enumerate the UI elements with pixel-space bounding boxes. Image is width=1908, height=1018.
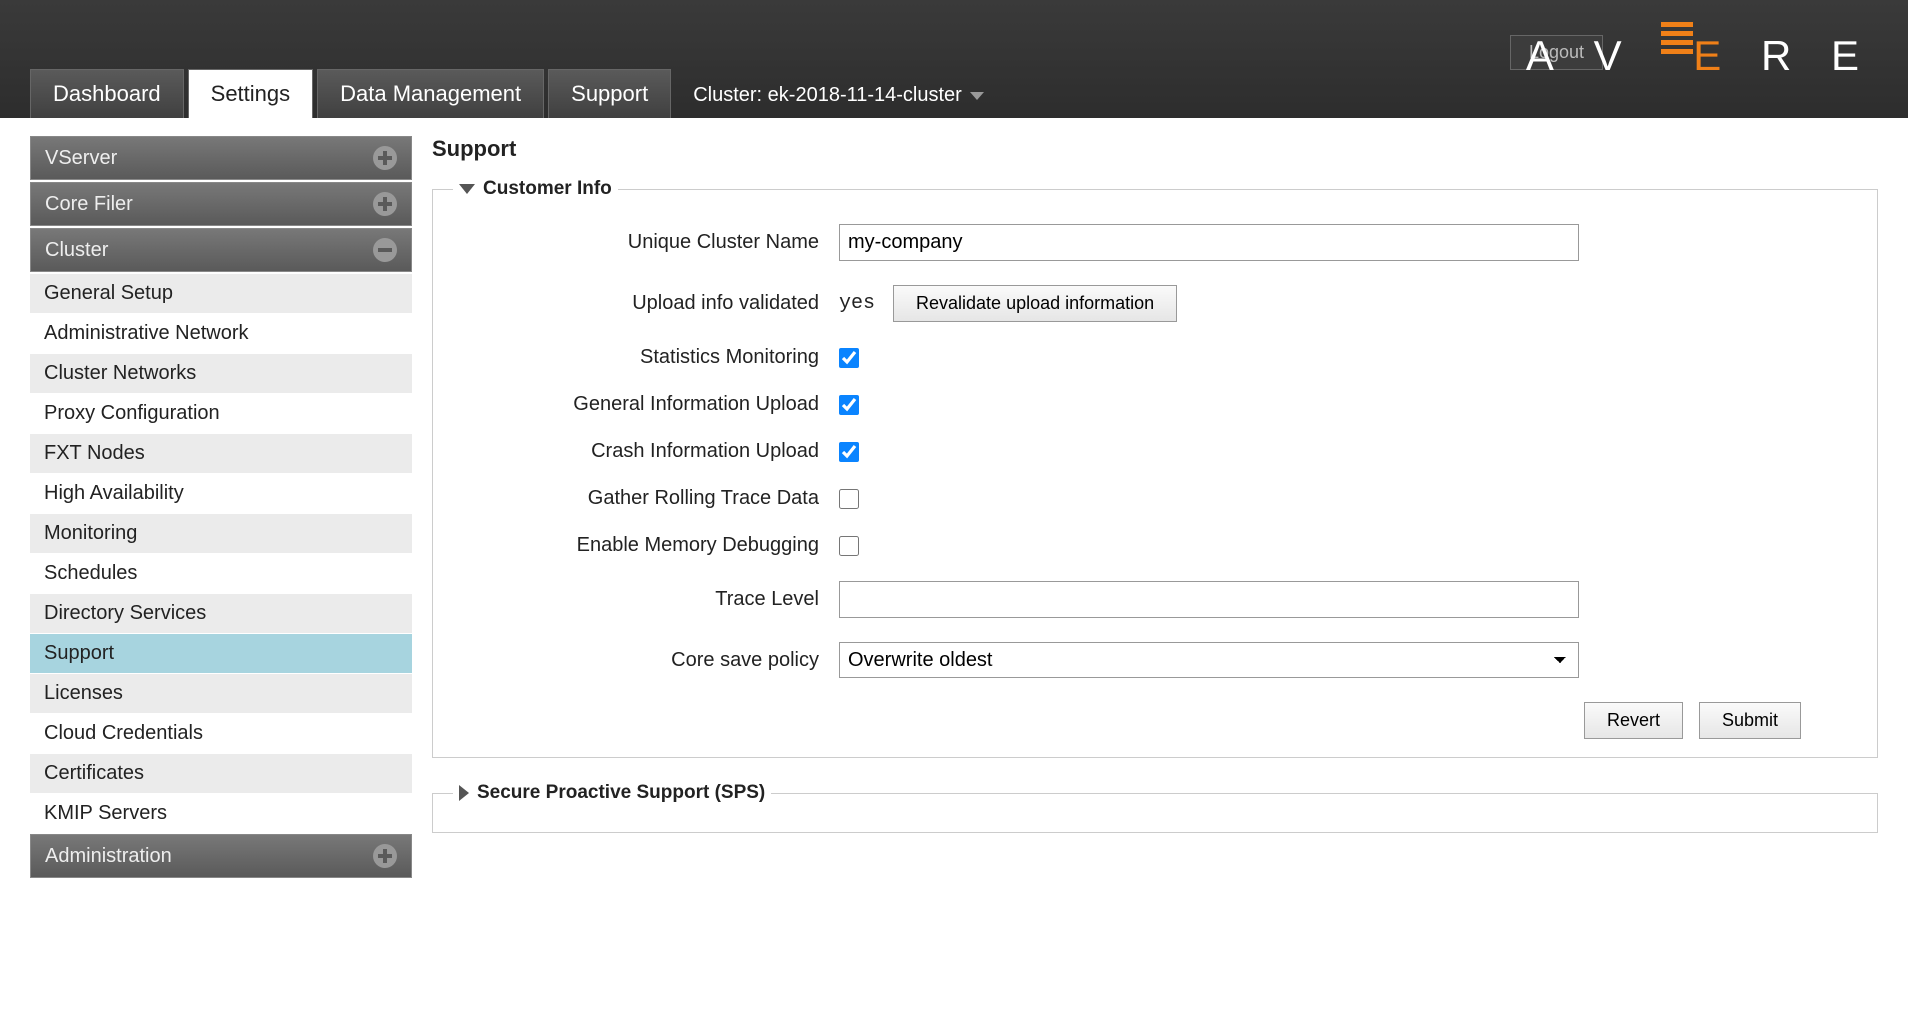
tab-data-management[interactable]: Data Management bbox=[317, 69, 544, 118]
nav-tabs: Dashboard Settings Data Management Suppo… bbox=[30, 69, 1002, 118]
customer-info-panel: Customer Info Unique Cluster Name Upload… bbox=[432, 178, 1878, 758]
sidebar-item-monitoring[interactable]: Monitoring bbox=[30, 514, 412, 554]
plus-icon bbox=[373, 192, 397, 216]
unique-cluster-name-input[interactable] bbox=[839, 224, 1579, 261]
tab-settings[interactable]: Settings bbox=[188, 69, 314, 118]
top-bar: Logout A V E R E Dashboard Settings Data… bbox=[0, 0, 1908, 118]
label-crash-info-upload: Crash Information Upload bbox=[469, 440, 839, 463]
plus-icon bbox=[373, 844, 397, 868]
sidebar-item-support[interactable]: Support bbox=[30, 634, 412, 674]
customer-info-legend[interactable]: Customer Info bbox=[453, 178, 618, 200]
enable-mem-debug-checkbox[interactable] bbox=[839, 536, 859, 556]
label-unique-cluster-name: Unique Cluster Name bbox=[469, 231, 839, 254]
plus-icon bbox=[373, 146, 397, 170]
label-trace-level: Trace Level bbox=[469, 588, 839, 611]
sidebar-section-label: VServer bbox=[45, 147, 117, 170]
sidebar-item-proxy-config[interactable]: Proxy Configuration bbox=[30, 394, 412, 434]
cluster-selector[interactable]: Cluster: ek-2018-11-14-cluster bbox=[675, 73, 1002, 118]
sidebar-section-label: Core Filer bbox=[45, 193, 133, 216]
revert-button[interactable]: Revert bbox=[1584, 702, 1683, 739]
legend-text: Customer Info bbox=[483, 178, 612, 200]
revalidate-button[interactable]: Revalidate upload information bbox=[893, 285, 1177, 322]
sidebar-section-administration[interactable]: Administration bbox=[30, 834, 412, 878]
general-info-upload-checkbox[interactable] bbox=[839, 395, 859, 415]
cluster-label-text: Cluster: ek-2018-11-14-cluster bbox=[693, 84, 962, 107]
sidebar-item-kmip-servers[interactable]: KMIP Servers bbox=[30, 794, 412, 834]
sidebar-item-fxt-nodes[interactable]: FXT Nodes bbox=[30, 434, 412, 474]
sidebar-item-certificates[interactable]: Certificates bbox=[30, 754, 412, 794]
chevron-down-icon bbox=[970, 92, 984, 100]
triangle-down-icon bbox=[459, 184, 475, 194]
content-area: Support Customer Info Unique Cluster Nam… bbox=[432, 136, 1878, 880]
sidebar-item-general-setup[interactable]: General Setup bbox=[30, 274, 412, 314]
sidebar-item-cloud-credentials[interactable]: Cloud Credentials bbox=[30, 714, 412, 754]
legend-text: Secure Proactive Support (SPS) bbox=[477, 782, 765, 804]
trace-level-input[interactable] bbox=[839, 581, 1579, 618]
minus-icon bbox=[373, 238, 397, 262]
label-enable-mem-debug: Enable Memory Debugging bbox=[469, 534, 839, 557]
triangle-right-icon bbox=[459, 785, 469, 801]
sidebar-section-cluster[interactable]: Cluster bbox=[30, 228, 412, 272]
brand-logo: A V E R E bbox=[1526, 32, 1873, 80]
sidebar-item-directory-services[interactable]: Directory Services bbox=[30, 594, 412, 634]
sps-panel: Secure Proactive Support (SPS) bbox=[432, 782, 1878, 833]
sidebar-section-vserver[interactable]: VServer bbox=[30, 136, 412, 180]
tab-dashboard[interactable]: Dashboard bbox=[30, 69, 184, 118]
stats-monitoring-checkbox[interactable] bbox=[839, 348, 859, 368]
core-save-policy-select[interactable]: Overwrite oldest bbox=[839, 642, 1579, 678]
upload-validated-value: yes bbox=[839, 292, 875, 315]
crash-info-upload-checkbox[interactable] bbox=[839, 442, 859, 462]
submit-button[interactable]: Submit bbox=[1699, 702, 1801, 739]
label-general-info-upload: General Information Upload bbox=[469, 393, 839, 416]
label-upload-validated: Upload info validated bbox=[469, 292, 839, 315]
gather-rolling-trace-checkbox[interactable] bbox=[839, 489, 859, 509]
tab-support[interactable]: Support bbox=[548, 69, 671, 118]
label-core-save-policy: Core save policy bbox=[469, 649, 839, 672]
sidebar-item-schedules[interactable]: Schedules bbox=[30, 554, 412, 594]
label-gather-rolling-trace: Gather Rolling Trace Data bbox=[469, 487, 839, 510]
sidebar-item-cluster-networks[interactable]: Cluster Networks bbox=[30, 354, 412, 394]
sidebar-item-admin-network[interactable]: Administrative Network bbox=[30, 314, 412, 354]
sidebar-section-label: Cluster bbox=[45, 239, 108, 262]
page-title: Support bbox=[432, 136, 1878, 162]
sidebar: VServer Core Filer Cluster General Setup… bbox=[30, 136, 412, 880]
sidebar-section-label: Administration bbox=[45, 845, 172, 868]
sps-legend[interactable]: Secure Proactive Support (SPS) bbox=[453, 782, 771, 804]
sidebar-item-high-availability[interactable]: High Availability bbox=[30, 474, 412, 514]
sidebar-section-core-filer[interactable]: Core Filer bbox=[30, 182, 412, 226]
label-stats-monitoring: Statistics Monitoring bbox=[469, 346, 839, 369]
sidebar-item-licenses[interactable]: Licenses bbox=[30, 674, 412, 714]
